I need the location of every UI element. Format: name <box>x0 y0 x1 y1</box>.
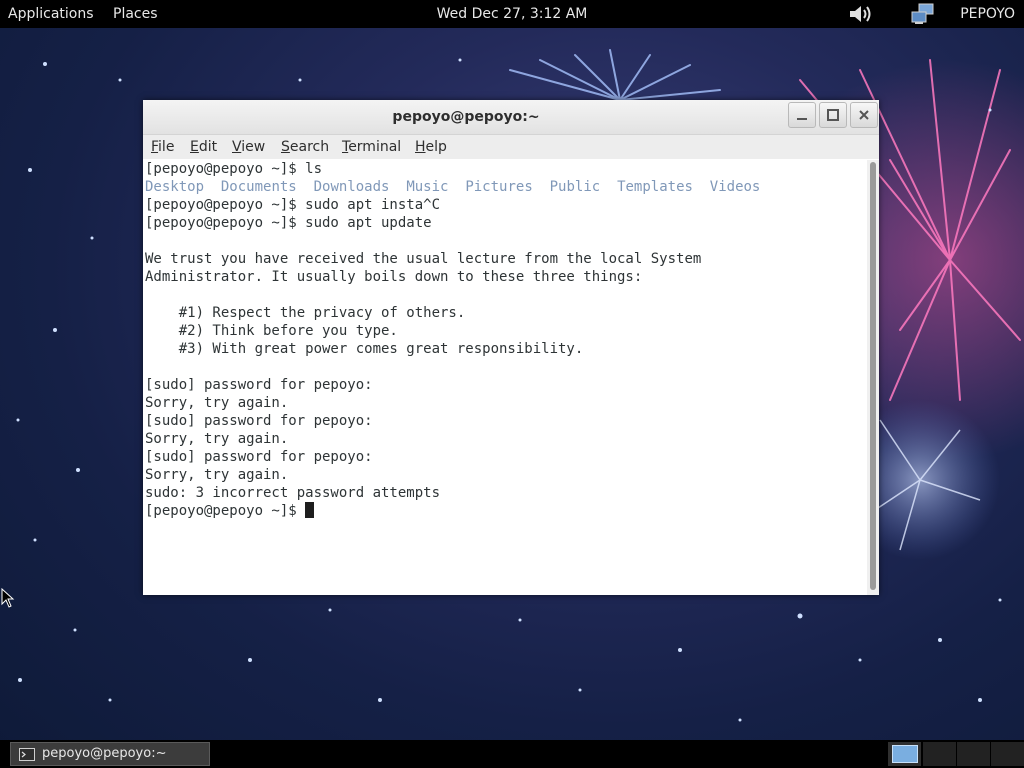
terminal-line: #1) Respect the privacy of others. <box>145 305 466 321</box>
terminal-line: #2) Think before you type. <box>145 323 398 339</box>
workspace-2[interactable] <box>923 742 956 766</box>
workspace-3[interactable] <box>957 742 990 766</box>
close-icon <box>859 110 869 120</box>
directory-entry: Music <box>406 179 449 195</box>
minimize-icon <box>797 118 807 120</box>
network-icon[interactable] <box>910 2 936 26</box>
terminal-line: [sudo] password for pepoyo: <box>145 377 373 393</box>
menu-help[interactable]: Help <box>415 135 447 159</box>
user-menu[interactable]: PEPOYO <box>960 0 1015 28</box>
taskbar-item-label: pepoyo@pepoyo:~ <box>42 746 167 761</box>
terminal-line: sudo: 3 incorrect password attempts <box>145 485 441 501</box>
places-menu[interactable]: Places <box>113 0 158 28</box>
directory-entry: Pictures <box>465 179 533 195</box>
window-title: pepoyo@pepoyo:~ <box>392 109 540 125</box>
terminal-line: Desktop Documents Downloads Music Pictur… <box>145 178 867 196</box>
menu-edit[interactable]: Edit <box>190 135 217 159</box>
directory-entry: Downloads <box>313 179 390 195</box>
terminal-line: [sudo] password for pepoyo: <box>145 413 373 429</box>
close-button[interactable] <box>850 102 878 128</box>
directory-entry: Templates <box>617 179 693 195</box>
speaker-icon[interactable] <box>848 3 874 25</box>
terminal-line: Administrator. It usually boils down to … <box>145 269 643 285</box>
text-cursor <box>305 502 315 518</box>
maximize-button[interactable] <box>819 102 847 128</box>
terminal-line: We trust you have received the usual lec… <box>145 251 702 267</box>
scrollbar-thumb[interactable] <box>870 162 876 590</box>
bottom-panel: pepoyo@pepoyo:~ <box>0 740 1024 768</box>
terminal-line: Sorry, try again. <box>145 467 289 483</box>
terminal-line: Sorry, try again. <box>145 431 289 447</box>
menu-terminal[interactable]: Terminal <box>342 135 401 159</box>
menu-bar: File Edit View Search Terminal Help <box>143 135 879 159</box>
workspace-1[interactable] <box>888 742 921 766</box>
firework-top <box>509 49 721 101</box>
minimize-button[interactable] <box>788 102 816 128</box>
terminal-icon <box>19 748 35 761</box>
menu-view[interactable]: View <box>232 135 265 159</box>
terminal-line: #3) With great power comes great respons… <box>145 341 584 357</box>
terminal-line: [sudo] password for pepoyo: <box>145 449 373 465</box>
directory-entry: Desktop <box>145 179 205 195</box>
clock[interactable]: Wed Dec 27, 3:12 AM <box>437 6 588 22</box>
menu-search[interactable]: Search <box>281 135 329 159</box>
mouse-pointer-icon <box>1 588 15 608</box>
applications-menu[interactable]: Applications <box>8 0 94 28</box>
terminal-line: [pepoyo@pepoyo ~]$ sudo apt insta^C <box>145 197 441 213</box>
terminal-text: [pepoyo@pepoyo ~]$ ls Desktop Documents D… <box>143 160 867 520</box>
taskbar-item-terminal[interactable]: pepoyo@pepoyo:~ <box>10 742 210 766</box>
directory-entry: Public <box>549 179 601 195</box>
scrollbar[interactable] <box>867 160 879 595</box>
top-panel: Applications Places Wed Dec 27, 3:12 AM … <box>0 0 1024 28</box>
directory-entry: Videos <box>709 179 761 195</box>
directory-entry: Documents <box>220 179 297 195</box>
terminal-window: pepoyo@pepoyo:~ File Edit View Search Termin… <box>143 100 879 595</box>
workspace-window-preview <box>892 745 918 763</box>
window-titlebar[interactable]: pepoyo@pepoyo:~ <box>143 100 879 135</box>
menu-file[interactable]: File <box>151 135 174 159</box>
terminal-line: [pepoyo@pepoyo ~]$ sudo apt update <box>145 215 432 231</box>
terminal-prompt-line: [pepoyo@pepoyo ~]$ <box>145 502 867 520</box>
terminal-line: Sorry, try again. <box>145 395 289 411</box>
terminal-line: [pepoyo@pepoyo ~]$ ls <box>145 161 323 177</box>
workspace-4[interactable] <box>991 742 1024 766</box>
maximize-icon <box>827 109 839 121</box>
terminal-output[interactable]: [pepoyo@pepoyo ~]$ ls Desktop Documents D… <box>143 160 867 595</box>
